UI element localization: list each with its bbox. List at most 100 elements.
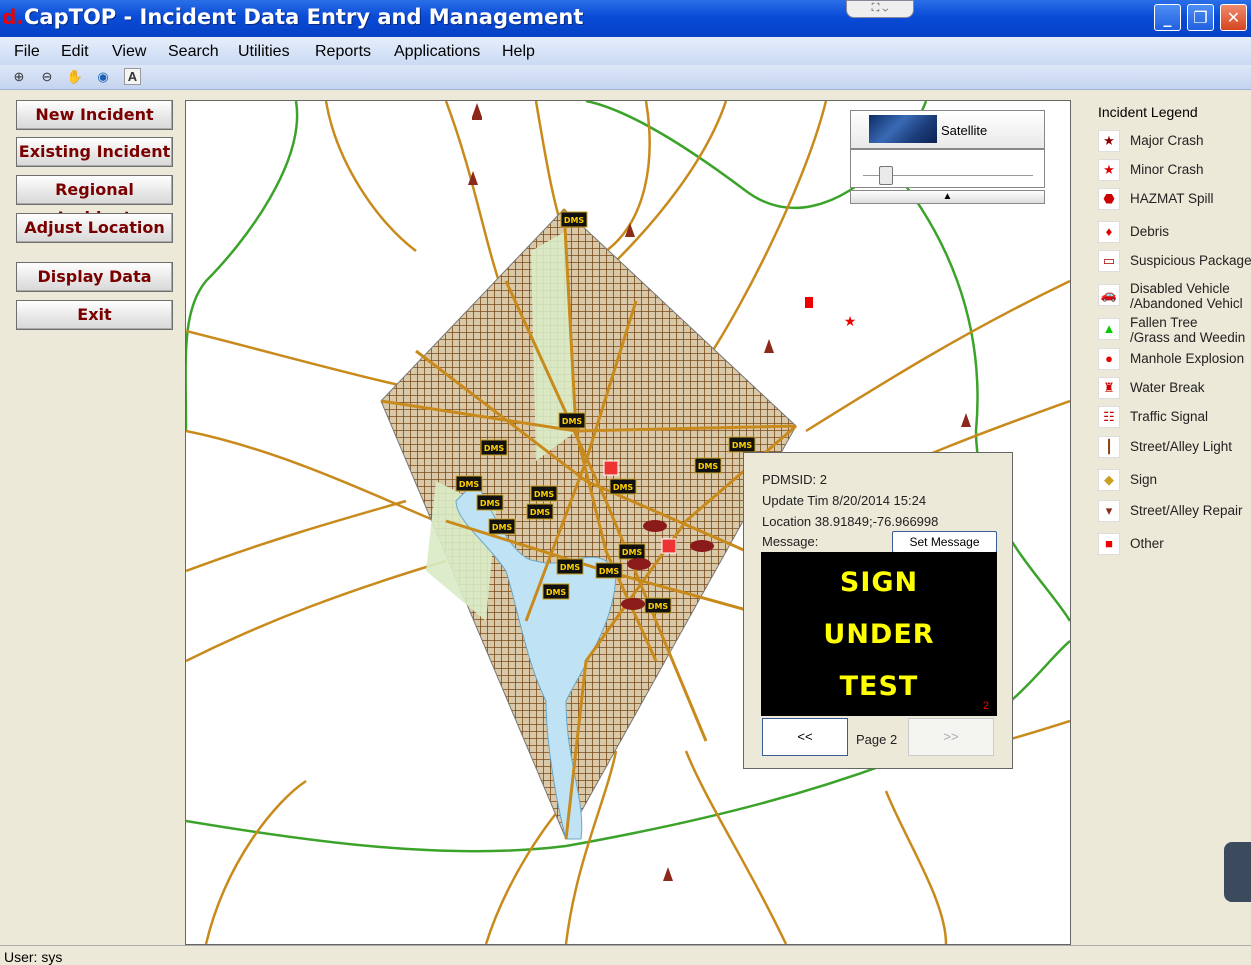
menu-help[interactable]: Help (502, 43, 535, 61)
location: Location 38.91849;-76.966998 (762, 514, 939, 529)
zoom-slider[interactable] (850, 149, 1045, 188)
exit-button[interactable]: Exit (16, 300, 173, 330)
other-marker (805, 297, 813, 308)
sign-line: UNDER (823, 619, 935, 650)
menu-edit[interactable]: Edit (61, 43, 89, 61)
legend-label-line2: /Abandoned Vehicl (1130, 296, 1243, 311)
dms-label: DMS (562, 417, 583, 426)
legend-label: Sign (1130, 472, 1158, 487)
dms-label: DMS (492, 523, 513, 532)
legend-label: Manhole Explosion (1130, 351, 1245, 366)
existing-incident-button[interactable]: Existing Incident (16, 137, 173, 167)
minor-crash-marker: ★ (844, 313, 857, 329)
dms-label: DMS (622, 548, 643, 557)
dms-label: DMS (648, 602, 669, 611)
set-message-button[interactable]: Set Message (892, 531, 997, 553)
sign-number: 2 (982, 700, 989, 712)
menu-search[interactable]: Search (168, 43, 219, 61)
dms-label: DMS (560, 563, 581, 572)
menu-file[interactable]: File (14, 43, 40, 61)
legend-label: Disabled Vehicle (1130, 281, 1230, 296)
title-bar-tab[interactable]: ⛶ ⌄ (846, 0, 914, 18)
prev-page-button[interactable]: << (762, 718, 848, 756)
globe-icon[interactable]: ◉ (94, 68, 112, 86)
zoom-thumb[interactable] (879, 166, 893, 185)
expand-arrow-icon[interactable]: ▲ (850, 190, 1045, 204)
zoom-out-icon[interactable]: ⊖ (38, 68, 56, 86)
menu-reports[interactable]: Reports (315, 43, 371, 61)
title-bar: d. CapTOP - Incident Data Entry and Mana… (0, 0, 1251, 37)
legend-label: Traffic Signal (1130, 409, 1209, 424)
new-incident-button[interactable]: New Incident (16, 100, 173, 130)
dms-label: DMS (459, 480, 480, 489)
star-icon: ★ (1098, 130, 1120, 152)
toolbar: ⊕ ⊖ ✋ ◉ A (0, 65, 1251, 90)
legend-label: HAZMAT Spill (1130, 191, 1214, 206)
small-star-icon: ★ (1098, 159, 1120, 181)
dms-label: DMS (480, 499, 501, 508)
sign-line: SIGN (839, 567, 919, 598)
manhole-icon: ● (1098, 348, 1120, 370)
menu-applications[interactable]: Applications (394, 43, 480, 61)
legend-title: Incident Legend (1098, 104, 1198, 120)
hydrant-icon: ♜ (1098, 377, 1120, 399)
status-bar: User: sys (0, 945, 1251, 965)
legend-label: Suspicious Package (1130, 253, 1251, 268)
sign-line: TEST (839, 671, 919, 702)
legend-label: Other (1130, 536, 1164, 551)
dms-label: DMS (613, 483, 634, 492)
cone-icon: ▾ (1098, 500, 1120, 522)
legend-label: Water Break (1130, 380, 1205, 395)
restore-button[interactable]: ❐ (1187, 4, 1214, 31)
zoom-in-icon[interactable]: ⊕ (10, 68, 28, 86)
package-icon: ▭ (1098, 250, 1120, 272)
satellite-thumbnail (869, 115, 937, 143)
page-label: Page 2 (856, 732, 898, 747)
menu-bar: File Edit View Search Utilities Reports … (0, 37, 1251, 65)
user-label: User: sys (4, 949, 63, 965)
traffic-signal-icon: ☷ (1098, 406, 1120, 428)
minimize-button[interactable]: _ (1154, 4, 1181, 31)
dms-info-popup: PDMSID: 2 Update Tim 8/20/2014 15:24 Loc… (743, 452, 1013, 769)
triangle-icon: ▲ (1098, 318, 1120, 340)
pdms-id: PDMSID: 2 (762, 472, 828, 487)
dms-label: DMS (564, 216, 585, 225)
window-title: CapTOP - Incident Data Entry and Managem… (24, 5, 584, 29)
close-button[interactable]: ✕ (1220, 4, 1247, 31)
satellite-label: Satellite (941, 123, 988, 138)
adjust-location-button[interactable]: Adjust Location (16, 213, 173, 243)
square-icon: ■ (1098, 533, 1120, 555)
regional-incident-button[interactable]: Regional Incident (16, 175, 173, 227)
sign-icon: ◆ (1098, 469, 1120, 491)
dms-label: DMS (534, 490, 555, 499)
legend-label: Street/Alley Light (1130, 439, 1233, 454)
side-gadget-icon[interactable] (1224, 842, 1251, 902)
pan-hand-icon[interactable]: ✋ (66, 68, 84, 86)
legend-label: Street/Alley Repair (1130, 503, 1243, 518)
legend-label: Fallen Tree (1130, 315, 1198, 330)
legend-label: Debris (1130, 224, 1170, 239)
sign-display: SIGN UNDER TEST 2 (761, 552, 997, 716)
menu-utilities[interactable]: Utilities (238, 43, 290, 61)
satellite-toggle[interactable]: Satellite (850, 110, 1045, 149)
text-tool-icon[interactable]: A (124, 68, 141, 85)
menu-view[interactable]: View (112, 43, 146, 61)
legend-label: Minor Crash (1130, 162, 1204, 177)
legend-label-line2: /Grass and Weedin (1130, 330, 1246, 345)
next-page-button[interactable]: >> (908, 718, 994, 756)
street-light-icon: ┃ (1098, 436, 1120, 458)
legend-label: Major Crash (1130, 133, 1204, 148)
message-label: Message: (762, 534, 819, 549)
hazmat-icon: ⬣ (1098, 188, 1120, 210)
car-icon: 🚗 (1098, 284, 1120, 306)
dms-label: DMS (484, 444, 505, 453)
traffic-signal-marker (603, 460, 619, 476)
display-data-button[interactable]: Display Data (16, 262, 173, 292)
traffic-signal-marker-2 (661, 538, 677, 554)
dms-label: DMS (732, 441, 753, 450)
dms-label: DMS (599, 567, 620, 576)
dms-label: DMS (546, 588, 567, 597)
dms-label: DMS (530, 508, 551, 517)
update-time: Update Tim 8/20/2014 15:24 (762, 493, 927, 508)
app-logo-icon: d. (2, 5, 24, 29)
